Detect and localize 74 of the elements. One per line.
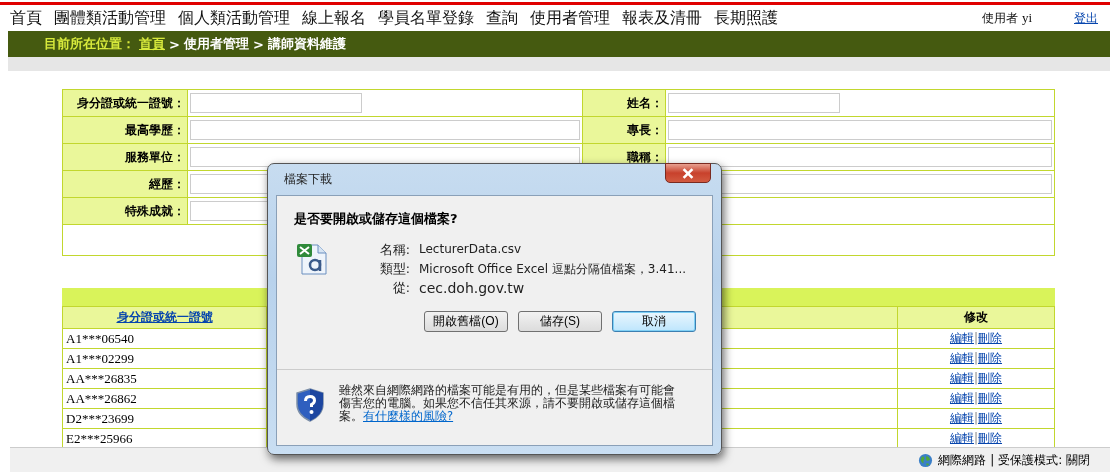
text-field[interactable] bbox=[668, 147, 1052, 167]
dialog-button[interactable]: 取消 bbox=[612, 311, 696, 332]
text-field[interactable] bbox=[190, 120, 580, 140]
breadcrumb-separator: > bbox=[169, 36, 180, 52]
close-icon bbox=[681, 167, 695, 179]
nav-link[interactable]: 長期照護 bbox=[714, 7, 778, 29]
breadcrumb-text: 講師資料維護 bbox=[267, 35, 346, 53]
info-value: cec.doh.gov.tw bbox=[419, 280, 526, 297]
id-text: A1***02299 bbox=[66, 350, 134, 366]
globe-icon bbox=[918, 452, 934, 468]
delete-link[interactable]: 刪除 bbox=[978, 331, 1002, 345]
nav-link[interactable]: 個人類活動管理 bbox=[178, 7, 290, 29]
breadcrumb-link[interactable]: 首頁 bbox=[139, 35, 165, 53]
column-header: 修改 bbox=[964, 310, 988, 324]
info-label: 類型: bbox=[378, 261, 410, 278]
info-value: LecturerData.csv bbox=[419, 242, 523, 258]
link-separator: | bbox=[973, 411, 978, 425]
nav-link[interactable]: 線上報名 bbox=[302, 7, 366, 29]
dialog-button[interactable]: 儲存(S) bbox=[518, 311, 602, 332]
edit-link[interactable]: 編輯 bbox=[949, 431, 974, 445]
breadcrumb-label: 目前所在位置： bbox=[44, 35, 135, 53]
risk-help-link[interactable]: 有什麼樣的風險? bbox=[363, 409, 454, 423]
field-label: 特殊成就： bbox=[125, 203, 185, 218]
link-separator: | bbox=[973, 331, 978, 345]
edit-link[interactable]: 編輯 bbox=[949, 331, 974, 345]
link-separator: | bbox=[973, 431, 978, 445]
nav-link[interactable]: 報表及清冊 bbox=[622, 7, 702, 29]
field-label: 最高學歷： bbox=[125, 122, 185, 137]
text-field[interactable] bbox=[190, 93, 362, 113]
field-label: 姓名： bbox=[627, 95, 663, 110]
edit-link[interactable]: 編輯 bbox=[949, 391, 974, 405]
field-label: 職稱： bbox=[627, 149, 663, 164]
field-label: 專長： bbox=[627, 122, 663, 137]
breadcrumb-text: 使用者管理 bbox=[183, 35, 249, 53]
nav-link[interactable]: 查詢 bbox=[486, 7, 518, 29]
edit-link[interactable]: 編輯 bbox=[949, 351, 974, 365]
logout-link[interactable]: 登出 bbox=[1074, 9, 1098, 27]
security-warning-text: 雖然來自網際網路的檔案可能是有用的，但是某些檔案有可能會傷害您的電腦。如果您不信任其來源，請不要開啟或儲存這個檔案。有什麼樣的風險? bbox=[339, 384, 676, 423]
delete-link[interactable]: 刪除 bbox=[978, 371, 1002, 385]
info-label: 從: bbox=[391, 280, 410, 297]
field-label: 身分證或統一證號： bbox=[77, 95, 185, 110]
security-zone-text: 網際網路 | 受保護模式: 關閉 bbox=[938, 451, 1090, 469]
breadcrumb-separator: > bbox=[252, 36, 264, 52]
dialog-question: 是否要開啟或儲存這個檔案? bbox=[294, 210, 459, 228]
user-label: 使用者 yi bbox=[982, 9, 1032, 27]
spreadsheet-file-icon bbox=[296, 242, 330, 276]
delete-link[interactable]: 刪除 bbox=[978, 351, 1002, 365]
delete-link[interactable]: 刪除 bbox=[978, 391, 1002, 405]
delete-link[interactable]: 刪除 bbox=[978, 431, 1002, 445]
dialog-title: 檔案下載 bbox=[283, 171, 332, 188]
nav-link[interactable]: 學員名單登錄 bbox=[378, 7, 474, 29]
id-text: AA***26835 bbox=[66, 370, 137, 386]
id-text: D2***23699 bbox=[66, 410, 134, 426]
nav-link[interactable]: 使用者管理 bbox=[530, 7, 610, 29]
field-label: 經歷： bbox=[149, 176, 185, 191]
nav-link[interactable]: 團體類活動管理 bbox=[54, 7, 166, 29]
text-field[interactable] bbox=[668, 93, 840, 113]
id-text: A1***06540 bbox=[66, 330, 134, 346]
delete-link[interactable]: 刪除 bbox=[978, 411, 1002, 425]
info-label: 名稱: bbox=[378, 242, 410, 259]
nav-link[interactable]: 首頁 bbox=[10, 7, 42, 29]
text-field[interactable] bbox=[668, 120, 1052, 140]
id-text: E2***25966 bbox=[66, 430, 133, 446]
shield-question-icon bbox=[295, 388, 325, 422]
dialog-button[interactable]: 開啟舊檔(O) bbox=[424, 311, 508, 332]
link-separator: | bbox=[973, 371, 978, 385]
close-button[interactable] bbox=[665, 163, 711, 183]
info-value: Microsoft Office Excel 逗點分隔值檔案，3.41... bbox=[419, 261, 687, 278]
edit-link[interactable]: 編輯 bbox=[949, 371, 974, 385]
id-text: AA***26862 bbox=[66, 390, 137, 406]
link-separator: | bbox=[973, 391, 978, 405]
edit-link[interactable]: 編輯 bbox=[949, 411, 974, 425]
field-label: 服務單位： bbox=[125, 149, 185, 164]
link-separator: | bbox=[973, 351, 978, 365]
